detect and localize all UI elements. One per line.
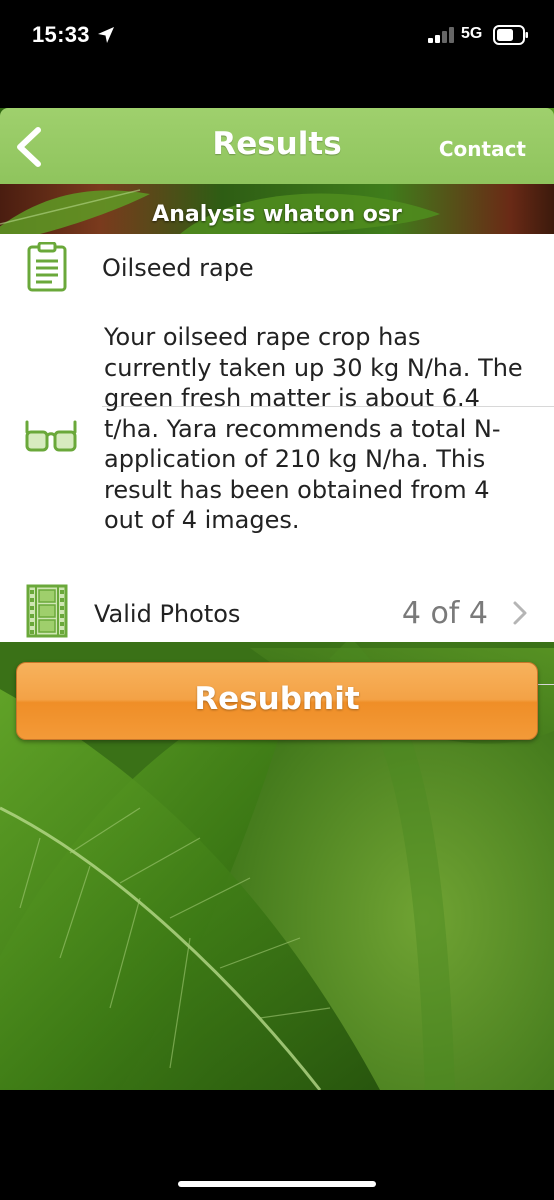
location-arrow-icon (98, 27, 114, 43)
result-card: Oilseed rape Your oilseed rape crop has … (0, 234, 554, 685)
valid-photos-row[interactable]: Valid Photos 4 of 4 (0, 578, 554, 642)
analysis-title: Analysis whaton osr (152, 202, 402, 227)
valid-photos-count: 4 of 4 (401, 596, 488, 631)
status-bar: 15:33 5G (0, 0, 554, 70)
crop-row: Oilseed rape (0, 234, 554, 299)
crop-name: Oilseed rape (102, 254, 254, 282)
resubmit-label: Resubmit (194, 681, 360, 717)
resubmit-button[interactable]: Resubmit (16, 662, 538, 740)
status-time: 15:33 (32, 22, 90, 47)
app-container: Results Contact Analysis whaton osr Oils… (0, 108, 554, 1090)
chevron-left-icon[interactable] (10, 124, 50, 170)
valid-photos-label: Valid Photos (94, 600, 241, 628)
battery-icon (493, 25, 528, 45)
signal-icon (428, 27, 454, 43)
phone-screen: 15:33 5G Results Contact Analysis whaton… (0, 0, 554, 1200)
network-label: 5G (461, 25, 483, 42)
analysis-result-text: Your oilseed rape crop has currently tak… (104, 323, 523, 534)
film-strip-icon (26, 584, 68, 638)
navigation-bar: Results Contact (0, 108, 554, 184)
glasses-icon (25, 420, 77, 452)
clipboard-icon (27, 242, 67, 292)
analysis-result-row: Your oilseed rape crop has currently tak… (0, 300, 554, 576)
contact-button[interactable]: Contact (439, 137, 526, 161)
home-indicator[interactable] (178, 1181, 376, 1187)
chevron-right-icon (513, 601, 527, 625)
